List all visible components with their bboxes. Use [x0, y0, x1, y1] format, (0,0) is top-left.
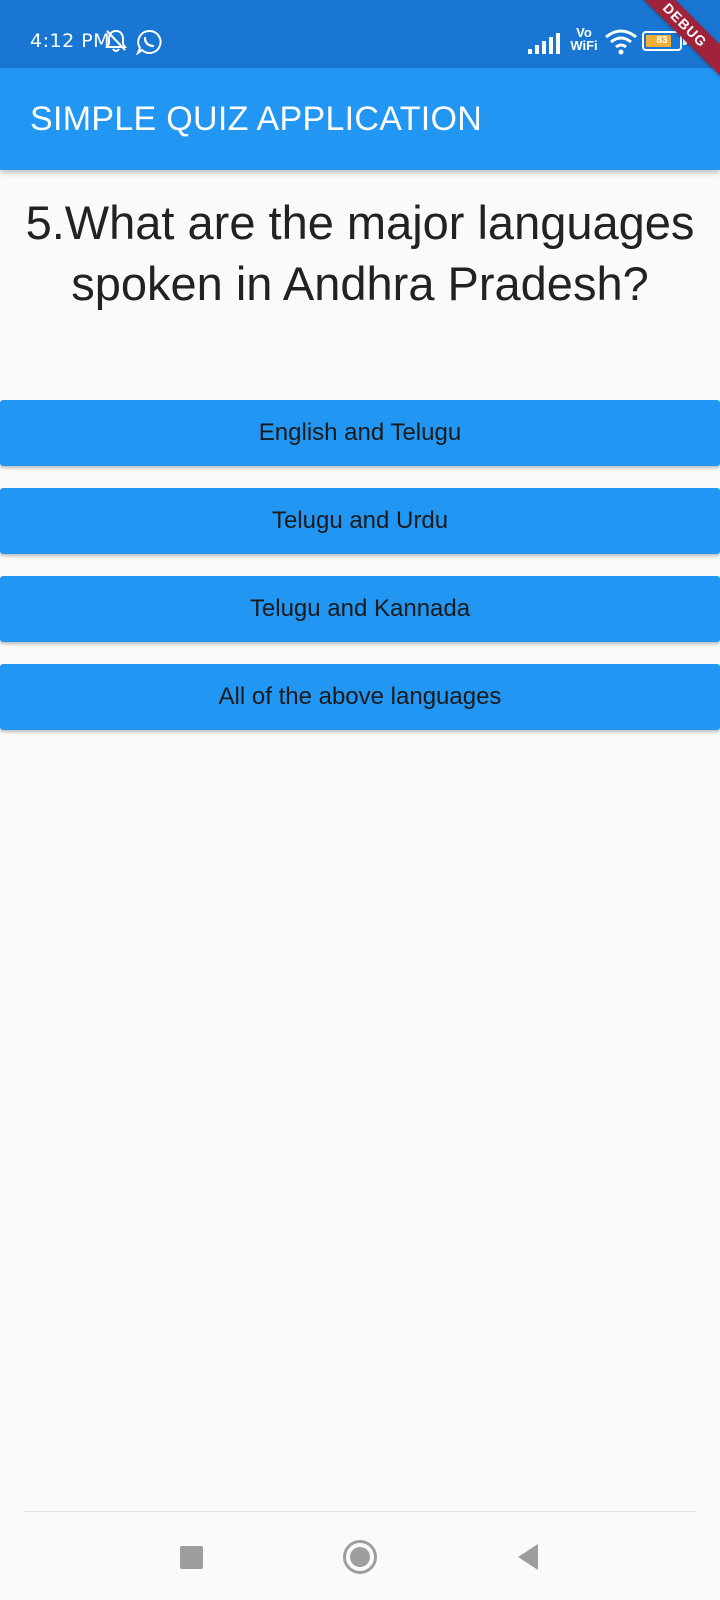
recents-button[interactable] — [137, 1512, 247, 1600]
back-button[interactable] — [474, 1512, 584, 1600]
question-text: 5.What are the major languages spoken in… — [25, 196, 695, 310]
whatsapp-icon — [136, 29, 162, 55]
app-title: SIMPLE QUIZ APPLICATION — [30, 100, 483, 138]
status-time: 4:12 PM — [30, 30, 111, 52]
answer-button-1[interactable]: English and Telugu — [0, 400, 720, 466]
vowifi-label-bottom: WiFi — [570, 38, 598, 53]
back-triangle-icon — [518, 1544, 538, 1570]
screen: 4:12 PM Vo WiFi 83 DEBUG SIMPLE QUIZ APP… — [0, 0, 720, 1600]
bell-off-icon — [105, 29, 127, 52]
signal-icon — [528, 33, 560, 54]
answer-button-4[interactable]: All of the above languages — [0, 664, 720, 730]
recents-square-icon — [180, 1546, 203, 1569]
answer-button-2[interactable]: Telugu and Urdu — [0, 488, 720, 554]
nav-bar — [0, 1512, 720, 1600]
wifi-icon — [605, 29, 637, 55]
app-bar: SIMPLE QUIZ APPLICATION — [0, 68, 720, 170]
status-bar: 4:12 PM Vo WiFi 83 — [0, 0, 720, 68]
battery-icon: 83 — [642, 31, 682, 51]
battery-level: 83 — [656, 35, 668, 46]
home-button[interactable] — [305, 1512, 415, 1600]
answer-button-3[interactable]: Telugu and Kannada — [0, 576, 720, 642]
home-circle-icon — [343, 1540, 377, 1574]
vowifi-icon: Vo WiFi — [567, 26, 601, 52]
